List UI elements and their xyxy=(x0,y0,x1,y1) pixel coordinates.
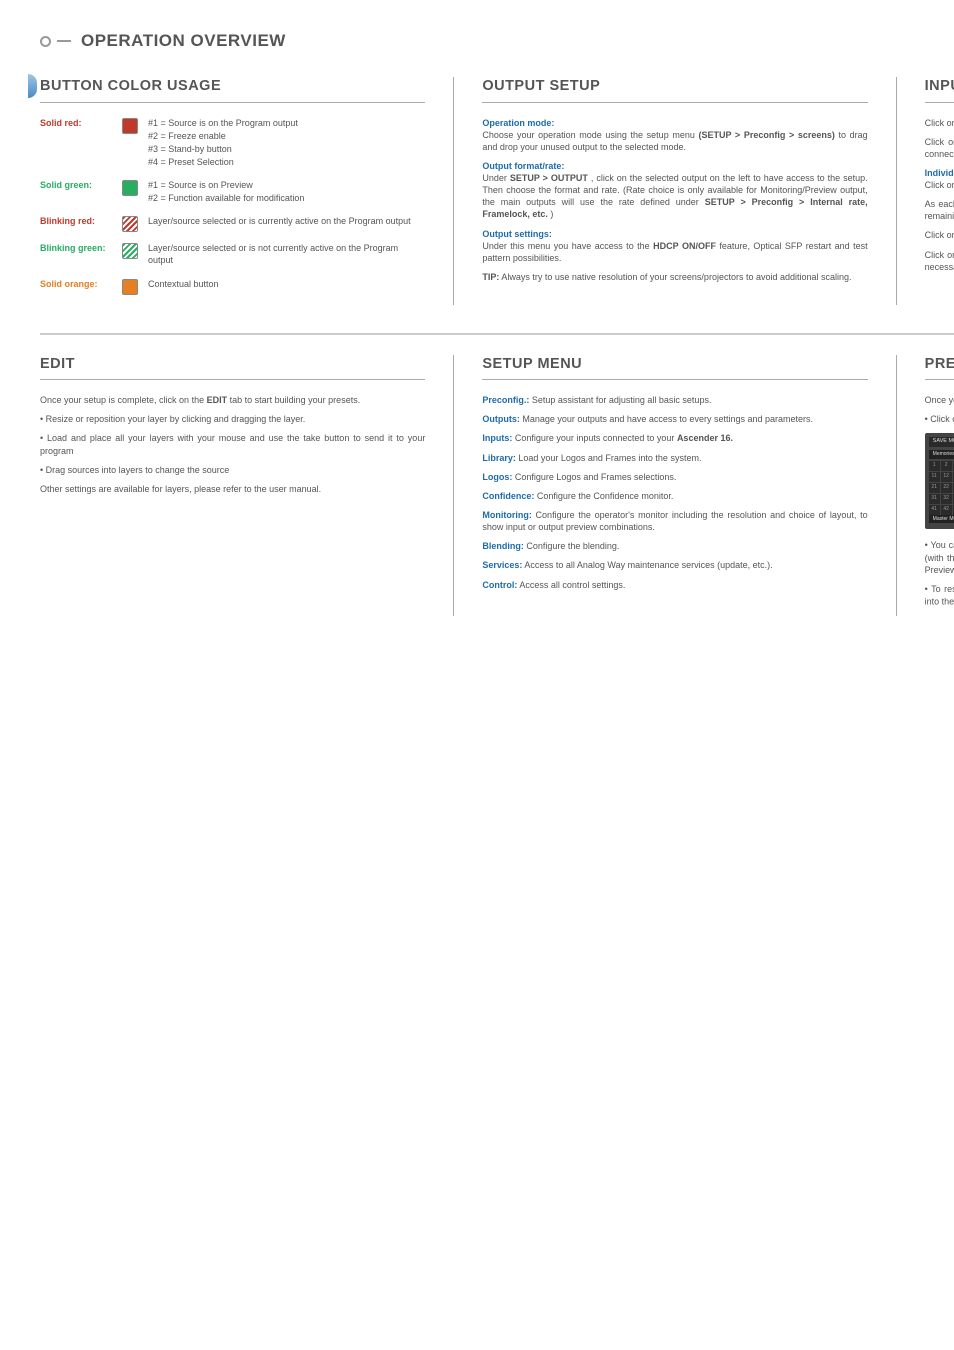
edit-intro-paragraph: Once your setup is complete, click on th… xyxy=(40,394,425,406)
solid-orange-label: Solid orange: xyxy=(40,278,122,290)
input-autoset-paragraph: Click on AUTOSET ALL to launch the autom… xyxy=(925,136,954,160)
preset-cell: 2 xyxy=(941,461,952,471)
preset-cell: 22 xyxy=(941,483,952,493)
button-color-usage-section: BUTTON COLOR USAGE Solid red: #1 = Sourc… xyxy=(40,77,454,305)
preset-cell: 21 xyxy=(929,483,940,493)
outputs-label: Outputs: xyxy=(482,414,520,424)
preset-cell: 41 xyxy=(929,505,940,515)
row-master-mem: Master Mem. xyxy=(929,515,954,524)
setup-plug-paragraph: Click on the SETUP PLUG to start setup o… xyxy=(925,249,954,273)
individual-input-paragraph: Individual input setting: Click on the l… xyxy=(925,167,954,191)
preset-intro-paragraph: Once you build a preset, you can save it… xyxy=(925,394,954,406)
swatch-blinking-green-icon xyxy=(122,243,138,259)
operation-mode-paragraph: Operation mode: Choose your operation mo… xyxy=(482,117,867,153)
preset-cell: 12 xyxy=(941,472,952,482)
solid-green-desc: #1 = Source is on Preview #2 = Function … xyxy=(148,179,425,205)
output-settings-label: Output settings: xyxy=(482,229,552,239)
monitoring-label: Monitoring: xyxy=(482,510,531,520)
edit-heading: EDIT xyxy=(40,355,425,381)
output-setup-heading: OUTPUT SETUP xyxy=(482,77,867,103)
preset-cell: 42 xyxy=(941,505,952,515)
preset-management-section: PRESET MANAGEMENT Once you build a prese… xyxy=(925,355,954,616)
output-settings-paragraph: Output settings: Under this menu you hav… xyxy=(482,228,867,264)
preset-table-left: SAVE MODE Auto Scale Filter 🔒 Memories 1… xyxy=(925,433,954,529)
edit-bullet-resize: • Resize or reposition your layer by cli… xyxy=(40,413,425,425)
solid-red-label: Solid red: xyxy=(40,117,122,129)
preset-load-bullet: • You can load your preset at any time o… xyxy=(925,539,954,575)
blinking-red-desc: Layer/source selected or is currently ac… xyxy=(148,215,425,228)
individual-input-label: Individual input setting: xyxy=(925,168,954,178)
blue-cap-decoration xyxy=(28,74,37,98)
page-title: OPERATION OVERVIEW xyxy=(40,30,954,53)
input-setup-section: INPUT SETUP Click on SETUP > INPUT > GEN… xyxy=(925,77,954,305)
services-label: Services: xyxy=(482,560,522,570)
blending-label: Blending: xyxy=(482,541,524,551)
section-divider xyxy=(40,333,954,335)
swatch-solid-red-icon xyxy=(122,118,138,134)
preset-cell: 11 xyxy=(929,472,940,482)
confidence-label: Confidence: xyxy=(482,491,534,501)
preset-heading: PRESET MANAGEMENT xyxy=(925,355,954,381)
logos-label: Logos: xyxy=(482,472,512,482)
input-multiple-plugs-paragraph: As each input has multiple input plugs, … xyxy=(925,198,954,222)
output-setup-section: OUTPUT SETUP Operation mode: Choose your… xyxy=(482,77,896,305)
library-label: Library: xyxy=(482,453,516,463)
page-title-text: OPERATION OVERVIEW xyxy=(81,30,286,53)
solid-green-label: Solid green: xyxy=(40,179,122,191)
setup-menu-heading: SETUP MENU xyxy=(482,355,867,381)
preset-tables-thumbnail: SAVE MODE Auto Scale Filter 🔒 Memories 1… xyxy=(925,433,954,529)
setup-menu-section: SETUP MENU Preconfig.: Setup assistant f… xyxy=(482,355,896,616)
blinking-green-label: Blinking green: xyxy=(40,242,122,254)
inputs-label: Inputs: xyxy=(482,433,512,443)
blinking-red-label: Blinking red: xyxy=(40,215,122,227)
output-format-rate-label: Output format/rate: xyxy=(482,161,564,171)
preset-save-mode-bullet: • Click on SAVE MODE then choose your pr… xyxy=(925,413,954,425)
active-plug-paragraph: Click on your ACTIVE PLUG in order to ch… xyxy=(925,229,954,241)
edit-bullet-load: • Load and place all your layers with yo… xyxy=(40,432,425,456)
preset-cell: 32 xyxy=(941,494,952,504)
swatch-solid-orange-icon xyxy=(122,279,138,295)
swatch-solid-green-icon xyxy=(122,180,138,196)
row-memories: Memories xyxy=(929,450,954,459)
input-setup-heading: INPUT SETUP xyxy=(925,77,954,103)
edit-other-settings-paragraph: Other settings are available for layers,… xyxy=(40,483,425,495)
control-label: Control: xyxy=(482,580,517,590)
preset-cell: 31 xyxy=(929,494,940,504)
edit-bullet-drag: • Drag sources into layers to change the… xyxy=(40,464,425,476)
output-tip-paragraph: TIP: Always try to use native resolution… xyxy=(482,271,867,283)
operation-mode-label: Operation mode: xyxy=(482,118,554,128)
output-format-rate-paragraph: Output format/rate: Under SETUP > OUTPUT… xyxy=(482,160,867,221)
input-general-paragraph: Click on SETUP > INPUT > GENERAL to have… xyxy=(925,117,954,129)
preconfig-label: Preconfig.: xyxy=(482,395,529,405)
bullet-circle-icon xyxy=(40,36,51,47)
preset-reset-bullet: • To reset a preset, please click on the… xyxy=(925,583,954,609)
edit-section: EDIT Once your setup is complete, click … xyxy=(40,355,454,616)
swatch-blinking-red-icon xyxy=(122,216,138,232)
solid-red-desc: #1 = Source is on the Program output #2 … xyxy=(148,117,425,170)
preset-cell: 1 xyxy=(929,461,940,471)
tab-save-mode: SAVE MODE xyxy=(929,437,954,446)
button-usage-heading: BUTTON COLOR USAGE xyxy=(40,77,425,103)
solid-orange-desc: Contextual button xyxy=(148,278,425,291)
blinking-green-desc: Layer/source selected or is not currentl… xyxy=(148,242,425,267)
dash-icon xyxy=(57,40,71,42)
